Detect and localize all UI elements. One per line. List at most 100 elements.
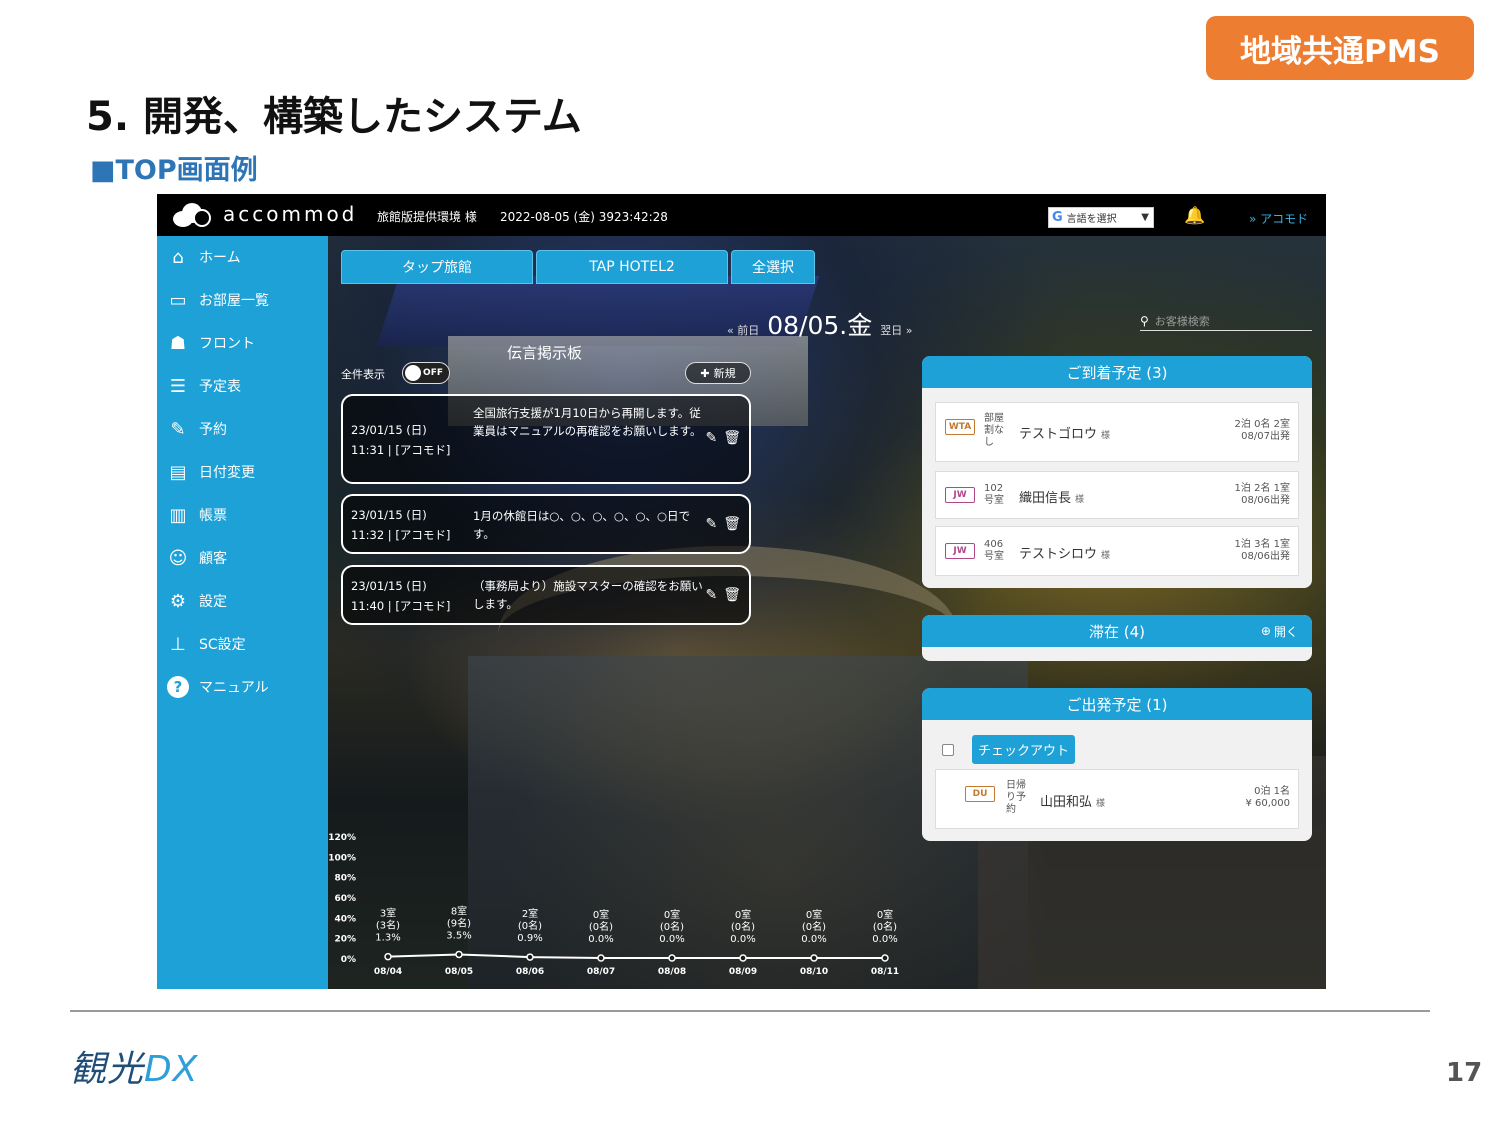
section-subtitle: ■TOP画面例 [90,155,258,186]
trash-icon[interactable]: 🗑 [723,430,741,446]
staying-panel: 滞在 (4) ⊕ 開く [922,615,1312,661]
sidebar-item-settings[interactable]: ⚙ 設定 [167,590,227,612]
message-date: 23/01/15 (日) [351,508,427,522]
message-time: 11:31 | [アコモド] [351,443,451,457]
toggle-state: OFF [423,368,443,378]
sidebar-item-label: 日付変更 [199,465,255,481]
next-day-link[interactable]: 翌日 » [880,322,912,338]
sidebar-item-schedule[interactable]: ☰ 予定表 [167,375,241,397]
sidebar-item-label: 顧客 [199,551,227,567]
data-label: 0室 [806,908,822,921]
date-change-icon: ▤ [169,461,187,483]
account-link[interactable]: » アコモド [1249,210,1308,227]
y-tick-label: 20% [334,935,356,945]
room-label: 102号室 [984,483,1004,506]
x-tick-label: 08/09 [729,967,757,977]
sidebar-item-reports[interactable]: ▥ 帳票 [167,504,227,526]
checkout-button[interactable]: チェックアウト [972,735,1076,764]
show-all-label: 全件表示 [341,368,385,381]
sidebar-item-date-change[interactable]: ▤ 日付変更 [167,461,255,483]
open-button[interactable]: ⊕ 開く [1261,623,1298,640]
sidebar-item-label: 予約 [199,422,227,438]
tab-tap-ryokan[interactable]: タップ旅館 [341,250,533,284]
app-logo[interactable]: accommod [173,201,357,227]
guest-row[interactable]: DU 日帰り予約 山田和弘様 0泊 1名 ¥ 60,000 [935,769,1299,829]
prev-day-link[interactable]: « 前日 [727,322,759,338]
sidebar-item-booking[interactable]: ✎ 予約 [167,418,227,440]
sidebar-item-manual[interactable]: ? マニュアル [167,676,269,698]
tab-select-all[interactable]: 全選択 [731,250,815,284]
guest-row[interactable]: WTA 部屋割なし テストゴロウ様 2泊 0名 2室 08/07出発 [935,402,1299,462]
home-icon: ⌂ [172,246,184,268]
y-tick-label: 40% [334,914,356,924]
departures-header[interactable]: ご出発予定 (1) [922,688,1312,720]
data-point [526,953,534,961]
y-tick-label: 80% [334,874,356,884]
pms-badge: 地域共通PMS [1206,16,1474,80]
arrivals-header[interactable]: ご到着予定 (3) [922,356,1312,388]
sidebar-item-customers[interactable]: ☺ 顧客 [167,547,227,569]
arrivals-panel: ご到着予定 (3) WTA 部屋割なし テストゴロウ様 2泊 0名 2室 08/0… [922,356,1312,588]
x-tick-label: 08/04 [374,967,402,977]
edit-icon[interactable]: ✎ [705,430,717,446]
x-tick-label: 08/07 [587,967,615,977]
message-board-title: 伝言掲示板 [507,344,583,362]
data-label: 1.3% [375,933,400,944]
data-point [384,952,392,961]
sidebar-item-sc-settings[interactable]: ⊥ SC設定 [167,633,246,655]
sidebar-item-rooms[interactable]: ▭ お部屋一覧 [167,289,269,311]
y-tick-label: 60% [334,894,356,904]
facility-name: 旅館版提供環境 様 [377,210,477,224]
stay-info: 0泊 1名 ¥ 60,000 [1245,786,1290,809]
room-label: 部屋割なし [984,413,1004,448]
message-text: （事務局より）施設マスターの確認をお願いします。 [473,579,703,611]
trash-icon[interactable]: 🗑 [723,516,741,532]
staying-header[interactable]: 滞在 (4) ⊕ 開く [922,615,1312,647]
guest-row[interactable]: JW 102号室 織田信長様 1泊 2名 1室 08/06出発 [935,471,1299,519]
bell-icon[interactable]: 🔔 [1184,206,1205,226]
data-label: (0名) [518,919,542,932]
message-card: 23/01/15 (日) 11:32 | [アコモド] 1月の休館日は○、○、○、… [341,494,751,554]
data-label: 0.0% [588,934,613,945]
data-label: (0名) [589,920,613,933]
data-label: (0名) [660,920,684,933]
current-date: 08/05.金 [767,311,873,340]
google-icon: G [1052,210,1063,225]
x-tick-label: 08/10 [800,967,828,977]
trash-icon[interactable]: 🗑 [723,587,741,603]
logo-text: accommod [223,202,358,226]
language-select[interactable]: G 言語を選択 ▼ [1048,207,1154,228]
cloud-icon [173,201,215,227]
footer-divider [70,1010,1430,1012]
sidebar-item-label: マニュアル [199,680,269,696]
new-message-button[interactable]: ✚ 新規 [685,362,751,384]
x-tick-label: 08/11 [871,967,899,977]
search-input[interactable]: お客様検索 [1155,313,1210,329]
data-label: (9名) [447,916,471,929]
tab-tap-hotel2[interactable]: TAP HOTEL2 [536,250,728,284]
sidebar-item-label: 予定表 [199,379,241,395]
data-label: 8室 [451,904,467,917]
plus-icon: ✚ [700,366,710,380]
data-label: 0室 [664,908,680,921]
data-point [881,954,889,962]
stay-info: 2泊 0名 2室 08/07出発 [1234,419,1290,442]
data-label: 0.0% [872,934,897,945]
top-bar: accommod 旅館版提供環境 様 2022-08-05 (金) 3923:4… [157,194,1326,236]
data-label: 0室 [593,908,609,921]
guest-name: テストシロウ様 [1019,547,1111,562]
show-all-toggle[interactable]: OFF [402,362,450,384]
sidebar-item-front[interactable]: ☗ フロント [167,332,255,354]
edit-icon[interactable]: ✎ [705,587,717,603]
data-label: (0名) [731,920,755,933]
edit-icon[interactable]: ✎ [705,516,717,532]
data-label: 0.0% [659,934,684,945]
guest-name: テストゴロウ様 [1019,427,1111,442]
message-card: 23/01/15 (日) 11:31 | [アコモド] 全国旅行支援が1月10日か… [341,394,751,484]
guest-search[interactable]: ⚲ お客様検索 [1140,311,1312,331]
plan-tag: WTA [945,419,975,435]
guest-row[interactable]: JW 406号室 テストシロウ様 1泊 3名 1室 08/06出発 [935,526,1299,576]
sidebar-item-home[interactable]: ⌂ ホーム [167,246,240,268]
select-all-checkbox[interactable] [942,743,954,756]
message-date: 23/01/15 (日) [351,579,427,593]
